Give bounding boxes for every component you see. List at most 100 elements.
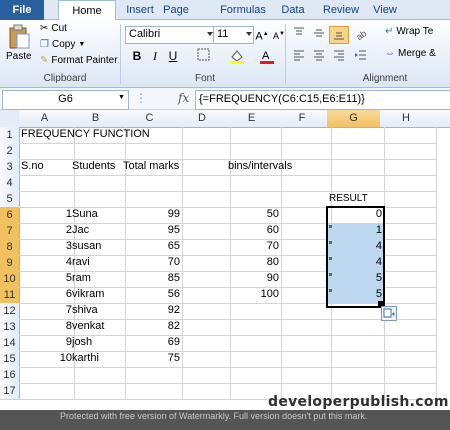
empty-cell[interactable] (380, 287, 437, 304)
empty-cell[interactable] (327, 319, 385, 336)
font-name-select[interactable]: Calibri (125, 26, 215, 44)
fill-color-icon[interactable] (228, 48, 246, 64)
cell-bin[interactable]: 80 (226, 255, 282, 272)
cell-student[interactable]: ravi (70, 255, 126, 272)
cell-sno[interactable]: 7 (19, 303, 75, 320)
align-right-icon[interactable] (330, 48, 348, 64)
cell-title[interactable]: FREQUENCY FUNCTION (19, 127, 173, 144)
empty-cell[interactable] (327, 335, 385, 352)
empty-cell[interactable] (277, 223, 332, 240)
empty-cell[interactable] (277, 335, 332, 352)
column-header-e[interactable]: E (226, 110, 278, 128)
empty-cell[interactable] (327, 159, 385, 176)
empty-cell[interactable] (277, 175, 332, 192)
cell-marks[interactable]: 99 (121, 207, 183, 224)
empty-cell[interactable] (327, 351, 385, 368)
empty-cell[interactable] (327, 367, 385, 384)
empty-cell[interactable] (226, 319, 282, 336)
empty-cell[interactable] (380, 367, 437, 384)
underline-icon[interactable]: U (164, 48, 182, 64)
empty-cell[interactable] (226, 303, 282, 320)
row-header[interactable]: 1 (0, 127, 20, 144)
tab-review[interactable]: Review (318, 0, 364, 20)
column-header-b[interactable]: B (70, 110, 122, 128)
empty-cell[interactable] (178, 143, 231, 160)
cell-bin[interactable]: 60 (226, 223, 282, 240)
indent-icon[interactable] (352, 48, 370, 64)
empty-cell[interactable] (178, 303, 231, 320)
cell-marks[interactable]: 69 (121, 335, 183, 352)
empty-cell[interactable] (277, 351, 332, 368)
grow-font-icon[interactable]: A▲ (253, 26, 271, 43)
cell-bin[interactable]: 100 (226, 287, 282, 304)
column-header-i[interactable] (432, 110, 450, 128)
tab-view[interactable]: View (370, 0, 400, 20)
empty-cell[interactable] (277, 255, 332, 272)
cell-marks[interactable]: 85 (121, 271, 183, 288)
wrap-text-button[interactable]: ↵ Wrap Te (385, 26, 433, 37)
row-header[interactable]: 16 (0, 367, 20, 384)
align-top-icon[interactable] (290, 26, 308, 42)
empty-cell[interactable] (178, 383, 231, 400)
copy-button[interactable]: ❐ Copy ▼ (40, 39, 85, 50)
empty-cell[interactable] (277, 303, 332, 320)
paste-options-icon[interactable] (381, 306, 397, 321)
row-header[interactable]: 4 (0, 175, 20, 192)
column-header-c[interactable]: C (121, 110, 179, 128)
cell-student[interactable]: Jac (70, 223, 126, 240)
cell-student[interactable]: venkat (70, 319, 126, 336)
cell-marks[interactable]: 56 (121, 287, 183, 304)
cell-header-bins[interactable]: bins/intervals (226, 159, 310, 176)
empty-cell[interactable] (327, 143, 385, 160)
cell-sno[interactable]: 3 (19, 239, 75, 256)
paste-button[interactable]: Paste (6, 24, 32, 62)
empty-cell[interactable] (121, 191, 183, 208)
empty-cell[interactable] (121, 175, 183, 192)
insert-function-icon[interactable]: fx (178, 91, 189, 105)
empty-cell[interactable] (226, 175, 282, 192)
cut-button[interactable]: ✂ Cut (40, 23, 67, 34)
row-header[interactable]: 17 (0, 383, 20, 400)
empty-cell[interactable] (277, 143, 332, 160)
empty-cell[interactable] (19, 191, 75, 208)
empty-cell[interactable] (277, 207, 332, 224)
empty-cell[interactable] (380, 255, 437, 272)
empty-cell[interactable] (277, 127, 332, 144)
tab-home[interactable]: Home (58, 0, 116, 22)
cell-sno[interactable]: 5 (19, 271, 75, 288)
row-header[interactable]: 3 (0, 159, 20, 176)
cell-sno[interactable]: 2 (19, 223, 75, 240)
chevron-down-icon[interactable]: ▼ (118, 94, 125, 101)
cell-sno[interactable]: 4 (19, 255, 75, 272)
cell-header-students[interactable]: Students (70, 159, 126, 176)
empty-cell[interactable] (178, 159, 231, 176)
cell-bin[interactable]: 90 (226, 271, 282, 288)
empty-cell[interactable] (178, 255, 231, 272)
empty-cell[interactable] (178, 287, 231, 304)
empty-cell[interactable] (19, 383, 75, 400)
tab-data[interactable]: Data (276, 0, 310, 20)
empty-cell[interactable] (277, 319, 332, 336)
empty-cell[interactable] (19, 175, 75, 192)
tab-file[interactable]: File (0, 0, 44, 20)
cell-sno[interactable]: 10 (19, 351, 75, 368)
empty-cell[interactable] (226, 191, 282, 208)
align-middle-icon[interactable] (310, 26, 328, 42)
empty-cell[interactable] (327, 175, 385, 192)
empty-cell[interactable] (121, 367, 183, 384)
cell-student[interactable]: josh (70, 335, 126, 352)
format-painter-button[interactable]: ✎ Format Painter (40, 55, 118, 66)
empty-cell[interactable] (380, 335, 437, 352)
empty-cell[interactable] (121, 383, 183, 400)
column-header-f[interactable]: F (277, 110, 328, 128)
align-bottom-icon[interactable] (329, 26, 349, 44)
empty-cell[interactable] (277, 287, 332, 304)
empty-cell[interactable] (226, 335, 282, 352)
cell-student[interactable]: shiva (70, 303, 126, 320)
tab-page-layout[interactable]: Page Layout (146, 0, 206, 36)
cell-sno[interactable]: 9 (19, 335, 75, 352)
empty-cell[interactable] (226, 127, 282, 144)
cell-student[interactable]: karthi (70, 351, 126, 368)
empty-cell[interactable] (70, 383, 126, 400)
row-header[interactable]: 6 (0, 207, 20, 224)
